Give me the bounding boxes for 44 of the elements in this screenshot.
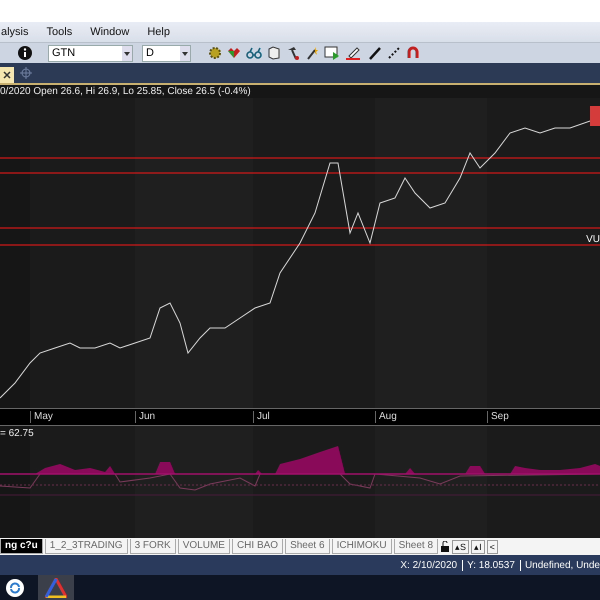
chart-play-icon[interactable] — [324, 46, 340, 60]
status-text: Undefined, Unde — [520, 560, 600, 570]
dotted-line-icon[interactable] — [387, 46, 401, 60]
status-text: Y: 18.0537 — [462, 560, 515, 570]
sheet-tab[interactable]: Sheet 6 — [285, 539, 330, 554]
info-icon[interactable] — [17, 45, 33, 61]
sheet-tab[interactable]: 3 FORK — [130, 539, 176, 554]
status-text: X: 2/10/2020 — [399, 560, 458, 570]
sheet-nav-button[interactable]: ▴S — [452, 540, 470, 554]
price-summary: 0/2020 Open 26.6, Hi 26.9, Lo 25.85, Close 26.5 (-0.4%) — [0, 86, 251, 97]
sheet-tab[interactable]: ICHIMOKU — [332, 539, 392, 554]
pen-icon[interactable] — [345, 46, 363, 60]
sheet-nav-button[interactable]: < — [486, 540, 498, 554]
lock-icon[interactable] — [440, 541, 450, 552]
heart-icon[interactable] — [227, 46, 241, 60]
menu-item[interactable]: alysis — [0, 26, 30, 38]
symbol-dropdown[interactable]: GTN — [48, 44, 133, 62]
sheet-nav-button[interactable]: ▴I — [471, 540, 485, 554]
menu-item[interactable]: Help — [146, 26, 171, 38]
month-label: Jul — [253, 411, 270, 423]
month-label: Aug — [375, 411, 397, 423]
month-label: May — [30, 411, 53, 423]
month-label: Jun — [135, 411, 156, 423]
sheet-tab[interactable]: ng c?u — [0, 539, 43, 554]
crosshair-icon[interactable] — [20, 67, 32, 79]
sync-icon[interactable] — [6, 578, 24, 596]
gear-icon[interactable] — [208, 46, 222, 60]
menu-item[interactable]: Tools — [46, 26, 74, 38]
close-icon[interactable] — [0, 67, 14, 83]
magnet-icon[interactable] — [406, 46, 420, 60]
period-dropdown[interactable]: D — [142, 44, 191, 62]
sheet-tab[interactable]: Sheet 8 — [394, 539, 438, 554]
indicator-value: = 62.75 — [0, 428, 34, 439]
month-label: Sep — [487, 411, 509, 423]
sheet-tab[interactable]: 1_2_3TRADING — [44, 539, 128, 554]
line-label: VU — [586, 234, 600, 245]
triangle-logo-icon[interactable] — [45, 578, 67, 598]
menu-item[interactable]: Window — [89, 26, 130, 38]
hammer-icon[interactable] — [286, 46, 300, 60]
glasses-icon[interactable] — [246, 46, 262, 60]
sheet-tab[interactable]: VOLUME — [178, 539, 230, 554]
wand-icon[interactable] — [305, 46, 319, 60]
line-icon[interactable] — [368, 46, 382, 60]
sheet-tab[interactable]: CHI BAO — [232, 539, 284, 554]
